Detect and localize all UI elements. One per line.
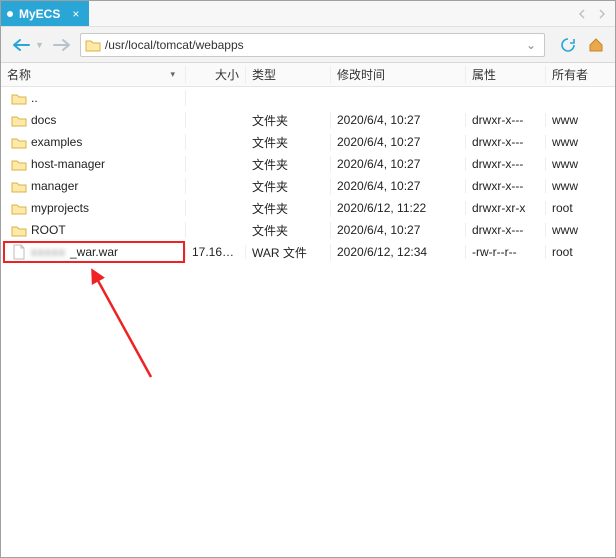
home-button[interactable] [585,34,607,56]
prev-tab-icon[interactable] [577,9,587,19]
titlebar-nav [577,1,615,26]
file-icon [11,244,27,260]
folder-icon [11,222,27,238]
tab-close-icon[interactable]: × [72,7,79,21]
refresh-button[interactable] [557,34,579,56]
path-text: /usr/local/tomcat/webapps [105,38,522,52]
table-row[interactable]: myprojects文件夹2020/6/12, 11:22drwxr-xr-xr… [1,197,615,219]
path-dropdown-icon[interactable]: ⌄ [522,38,540,52]
table-row[interactable]: manager文件夹2020/6/4, 10:27drwxr-x---www [1,175,615,197]
next-tab-icon[interactable] [597,9,607,19]
parent-dir-label: .. [31,91,38,105]
folder-icon [11,200,27,216]
folder-icon [11,112,27,128]
table-row[interactable]: examples文件夹2020/6/4, 10:27drwxr-x---www [1,131,615,153]
header-owner[interactable]: 所有者 [546,66,601,83]
header-size[interactable]: 大小 [186,66,246,83]
table-row[interactable]: xxxxx_war.war17.16MBWAR 文件2020/6/12, 12:… [1,241,615,263]
sort-caret-icon: ▾ [170,69,179,80]
file-list[interactable]: .. docs文件夹2020/6/4, 10:27drwxr-x---wwwex… [1,87,615,557]
toolbar: ▼ /usr/local/tomcat/webapps ⌄ [1,27,615,63]
up-folder-icon [11,90,27,106]
toolbar-actions [551,34,607,56]
tab-label: MyECS [19,7,60,21]
tab-myecs[interactable]: MyECS × [1,1,89,26]
parent-dir-row[interactable]: .. [1,87,615,109]
folder-icon [11,134,27,150]
folder-icon [11,156,27,172]
column-headers: 名称▾ 大小 类型 修改时间 属性 所有者 [1,63,615,87]
file-manager-window: MyECS × ▼ /usr/local/tomcat/webapps ⌄ [0,0,616,558]
titlebar: MyECS × [1,1,615,27]
folder-icon [85,37,101,53]
header-name[interactable]: 名称▾ [1,66,186,83]
table-row[interactable]: ROOT文件夹2020/6/4, 10:27drwxr-x---www [1,219,615,241]
back-history-caret-icon[interactable]: ▼ [35,40,44,50]
table-row[interactable]: docs文件夹2020/6/4, 10:27drwxr-x---www [1,109,615,131]
header-perm[interactable]: 属性 [466,66,546,83]
header-type[interactable]: 类型 [246,66,331,83]
path-bar[interactable]: /usr/local/tomcat/webapps ⌄ [80,33,545,57]
folder-icon [11,178,27,194]
back-button[interactable] [9,33,33,57]
table-row[interactable]: host-manager文件夹2020/6/4, 10:27drwxr-x---… [1,153,615,175]
header-date[interactable]: 修改时间 [331,66,466,83]
forward-button[interactable] [50,33,74,57]
